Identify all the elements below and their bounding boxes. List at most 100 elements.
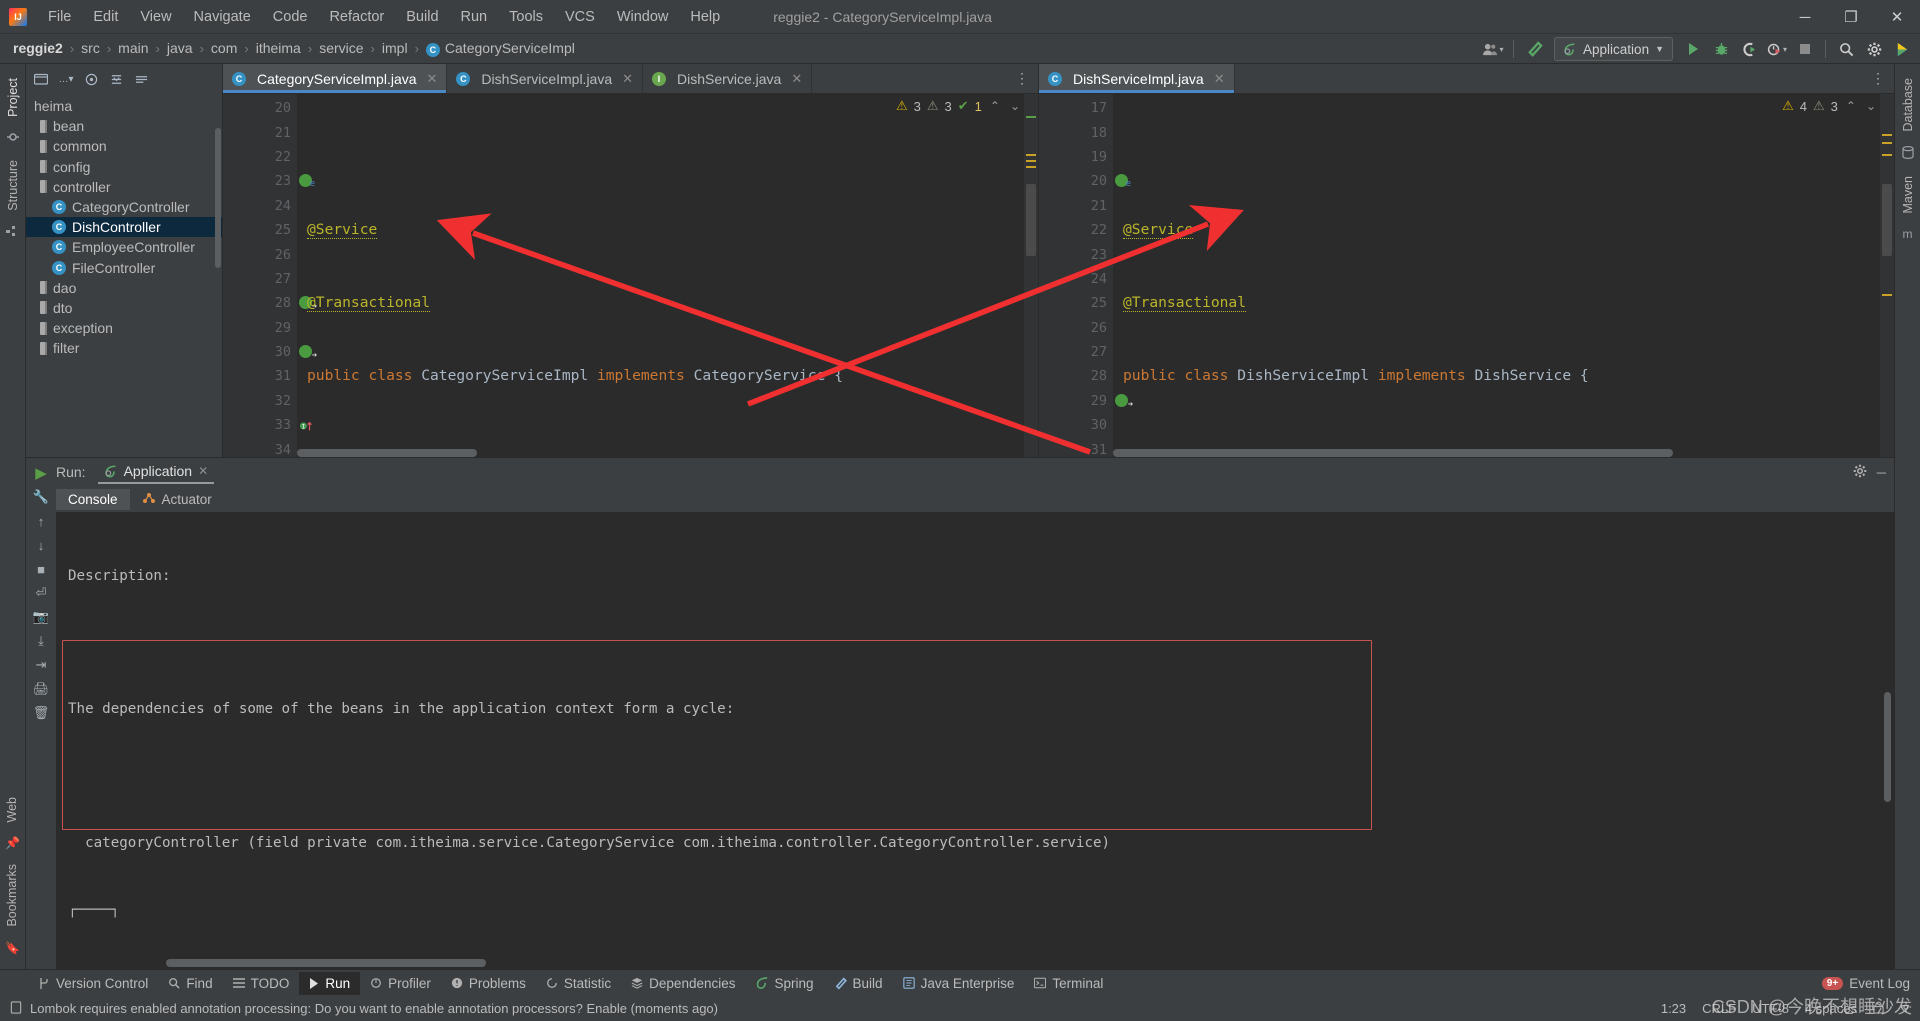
previous-problem-icon[interactable]: ⌃ xyxy=(988,99,1002,113)
inspection-icon[interactable] xyxy=(1900,1001,1912,1016)
tab-dish-service-impl[interactable]: C DishServiceImpl.java ✕ xyxy=(447,64,644,93)
tool-button-terminal[interactable]: Terminal xyxy=(1024,972,1113,995)
caret-position[interactable]: 1:23 xyxy=(1661,1001,1686,1016)
menu-tools[interactable]: Tools xyxy=(498,5,554,29)
tool-button-database[interactable]: Database xyxy=(1901,70,1915,140)
menu-build[interactable]: Build xyxy=(395,5,449,29)
tree-node-dto[interactable]: dto xyxy=(26,298,222,318)
search-icon[interactable] xyxy=(1834,37,1858,61)
select-opened-file-icon[interactable] xyxy=(130,68,152,90)
scope-icon[interactable] xyxy=(80,68,102,90)
tab-category-service-impl[interactable]: C CategoryServiceImpl.java ✕ xyxy=(223,64,448,93)
minimize-button[interactable]: ─ xyxy=(1782,0,1828,34)
minimize-panel-icon[interactable]: ─ xyxy=(1877,465,1886,480)
tool-button-java-enterprise[interactable]: Java Enterprise xyxy=(893,972,1025,995)
editor-body-left[interactable]: 20 21 22 23 24 25 26 27 xyxy=(223,94,1038,457)
project-tree[interactable]: heima bean common config controller C Ca… xyxy=(26,94,222,457)
maximize-button[interactable]: ❐ xyxy=(1828,0,1874,34)
editor-scrollbar-thumb[interactable] xyxy=(1026,184,1036,256)
tool-button-structure[interactable]: Structure xyxy=(6,152,20,219)
status-message[interactable]: Lombok requires enabled annotation proce… xyxy=(30,1001,718,1016)
hammer-icon[interactable] xyxy=(1522,37,1546,61)
view-mode-dropdown-icon[interactable]: …▾ xyxy=(55,68,77,90)
close-icon[interactable]: ✕ xyxy=(791,71,802,87)
tool-button-maven[interactable]: Maven xyxy=(1901,168,1915,222)
tab-dish-service-impl-right[interactable]: C DishServiceImpl.java ✕ xyxy=(1039,64,1235,93)
breadcrumb-item-service[interactable]: service xyxy=(316,38,366,58)
editor-code-right[interactable]: @Service @Transactional public class Dis… xyxy=(1113,94,1894,457)
run-config-tab[interactable]: Application ✕ xyxy=(97,463,215,484)
tab-overflow-menu-icon[interactable]: ⋮ xyxy=(1006,64,1038,93)
project-view-icon[interactable] xyxy=(30,68,52,90)
close-icon[interactable]: ✕ xyxy=(427,71,438,87)
tool-button-web[interactable]: Web xyxy=(5,789,19,830)
export-icon[interactable]: ⇥ xyxy=(29,654,53,676)
tool-button-run[interactable]: Run xyxy=(299,971,361,995)
print-icon[interactable]: 🖨 xyxy=(29,678,53,700)
maven-icon[interactable]: m xyxy=(1903,221,1913,247)
previous-problem-icon[interactable]: ⌃ xyxy=(1844,99,1858,113)
tree-node-exception[interactable]: exception xyxy=(26,318,222,338)
profiler-icon[interactable]: ▾ xyxy=(1765,37,1789,61)
database-icon[interactable] xyxy=(1901,140,1914,168)
close-icon[interactable]: ✕ xyxy=(622,71,633,87)
breadcrumb-item-src[interactable]: src xyxy=(78,38,103,58)
menu-file[interactable]: File xyxy=(37,5,82,29)
breadcrumb-item-main[interactable]: main xyxy=(115,38,151,58)
tool-button-dependencies[interactable]: Dependencies xyxy=(621,972,745,995)
console-output[interactable]: Description: The dependencies of some of… xyxy=(56,512,1894,969)
tree-node-heima[interactable]: heima xyxy=(26,96,222,116)
tool-button-version-control[interactable]: Version Control xyxy=(28,972,158,995)
event-log-button[interactable]: 9+ Event Log xyxy=(1821,976,1910,991)
tree-node-common[interactable]: common xyxy=(26,136,222,156)
up-arrow-icon[interactable]: ↑ xyxy=(29,510,53,532)
tree-node-controller[interactable]: controller xyxy=(26,177,222,197)
tool-button-build[interactable]: Build xyxy=(824,972,893,995)
stop-icon[interactable] xyxy=(1793,37,1817,61)
tree-node-dish-controller[interactable]: C DishController xyxy=(26,217,222,238)
editor-code-left[interactable]: @Service @Transactional public class Cat… xyxy=(297,94,1038,457)
tool-button-problems[interactable]: Problems xyxy=(441,972,536,995)
close-button[interactable]: ✕ xyxy=(1874,0,1920,34)
editor-marker-bar-left[interactable] xyxy=(1024,94,1038,457)
wrench-icon[interactable]: 🔧 xyxy=(29,486,53,508)
tab-console[interactable]: Console xyxy=(56,488,130,510)
menu-view[interactable]: View xyxy=(129,5,182,29)
console-horizontal-scrollbar[interactable] xyxy=(166,959,486,967)
breadcrumb-item-itheima[interactable]: itheima xyxy=(253,38,304,58)
tree-node-filter[interactable]: filter xyxy=(26,338,222,358)
menu-edit[interactable]: Edit xyxy=(82,5,129,29)
menu-vcs[interactable]: VCS xyxy=(554,5,606,29)
menu-window[interactable]: Window xyxy=(606,5,680,29)
inspection-widget-right[interactable]: ⚠ 4 ⚠ 3 ⌃ ⌄ xyxy=(1782,98,1878,114)
down-arrow-icon[interactable]: ↓ xyxy=(29,534,53,556)
menu-refactor[interactable]: Refactor xyxy=(318,5,395,29)
next-problem-icon[interactable]: ⌄ xyxy=(1008,99,1022,113)
menu-code[interactable]: Code xyxy=(262,5,319,29)
tool-button-statistic[interactable]: Statistic xyxy=(536,972,621,995)
collapse-all-icon[interactable] xyxy=(105,68,127,90)
breadcrumb-item-java[interactable]: java xyxy=(164,38,196,58)
menu-help[interactable]: Help xyxy=(679,5,731,29)
project-tree-scrollbar[interactable] xyxy=(215,128,221,268)
user-profile-icon[interactable]: ▾ xyxy=(1481,37,1505,61)
tab-dish-service[interactable]: I DishService.java ✕ xyxy=(643,64,813,93)
lock-icon[interactable] xyxy=(1873,1001,1884,1017)
close-icon[interactable]: ✕ xyxy=(198,464,208,478)
inspection-widget-left[interactable]: ⚠ 3 ⚠ 3 ✔ 1 ⌃ ⌄ xyxy=(896,98,1022,114)
indent-setting[interactable]: 4 spaces xyxy=(1805,1001,1857,1016)
tab-overflow-menu-icon[interactable]: ⋮ xyxy=(1862,64,1894,93)
stop-icon[interactable]: ■ xyxy=(29,558,53,580)
editor-gutter-left[interactable]: 20 21 22 23 24 25 26 27 xyxy=(223,94,317,457)
tool-button-todo[interactable]: TODO xyxy=(223,972,300,995)
menu-navigate[interactable]: Navigate xyxy=(183,5,262,29)
editor-marker-bar-right[interactable] xyxy=(1880,94,1894,457)
rerun-icon[interactable]: ▶ xyxy=(29,462,53,484)
console-vertical-scrollbar[interactable] xyxy=(1884,692,1891,802)
status-message-area[interactable]: Lombok requires enabled annotation proce… xyxy=(10,1000,718,1017)
updates-icon[interactable] xyxy=(1890,37,1914,61)
editor-hscroll-left[interactable] xyxy=(297,449,1022,457)
debug-icon[interactable] xyxy=(1709,37,1733,61)
editor-gutter-right[interactable]: 17 18 19 20 21 22 23 24 xyxy=(1039,94,1133,457)
settings-gear-icon[interactable] xyxy=(1853,464,1867,481)
